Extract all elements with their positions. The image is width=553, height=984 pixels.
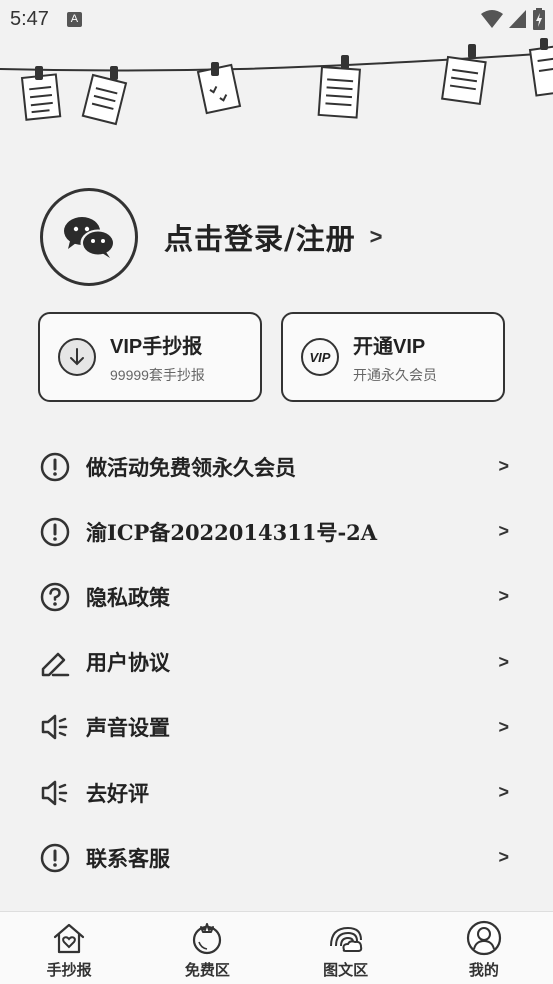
chevron-right-icon: > (369, 224, 383, 249)
chevron-right-icon: > (498, 847, 509, 868)
open-vip-card[interactable]: VIP 开通VIP 开通永久会员 (281, 312, 505, 402)
tab-image-text[interactable]: 图文区 (277, 912, 415, 984)
signal-icon (509, 10, 526, 28)
tab-label: 图文区 (323, 961, 369, 979)
user-icon (466, 920, 501, 956)
exclamation-icon (40, 843, 70, 873)
menu-item-sound-settings[interactable]: 声音设置 > (0, 695, 553, 760)
menu-item-icp[interactable]: 渝ICP备2022014311号-2A > (0, 499, 553, 564)
menu-item-label: 声音设置 (86, 715, 170, 741)
tab-mine[interactable]: 我的 (415, 912, 553, 984)
chevron-right-icon: > (498, 651, 509, 672)
chevron-right-icon: > (498, 586, 509, 607)
status-bar: 5:47 A (0, 0, 553, 38)
menu-item-label: 隐私政策 (86, 584, 170, 610)
tab-label: 免费区 (184, 961, 230, 979)
menu-item-user-agreement[interactable]: 用户协议 > (0, 630, 553, 695)
card-title: 开通VIP (353, 335, 426, 358)
menu-item-label: 做活动免费领永久会员 (86, 454, 296, 480)
pencil-icon (40, 647, 70, 677)
menu-item-label: 联系客服 (86, 845, 170, 871)
card-subtitle: 99999套手抄报 (110, 366, 205, 383)
speaker-icon (40, 778, 70, 808)
speaker-icon (40, 712, 70, 742)
status-time: 5:47 (10, 7, 49, 30)
wifi-icon (481, 10, 503, 28)
avatar[interactable] (40, 188, 138, 286)
settings-menu: 做活动免费领永久会员 > 渝ICP备2022014311号-2A > 隐私政策 … (0, 434, 553, 890)
profile-login[interactable]: 点击登录/注册 > (40, 188, 382, 286)
card-subtitle: 开通永久会员 (353, 366, 437, 383)
menu-item-contact-support[interactable]: 联系客服 > (0, 825, 553, 890)
vip-poster-card[interactable]: VIP手抄报 99999套手抄报 (38, 312, 262, 402)
menu-item-free-vip-activity[interactable]: 做活动免费领永久会员 > (0, 434, 553, 499)
chevron-right-icon: > (498, 716, 509, 737)
menu-item-rate-app[interactable]: 去好评 > (0, 760, 553, 825)
house-heart-icon (54, 923, 85, 954)
download-icon (58, 338, 96, 376)
rainbow-cloud-icon (329, 926, 362, 952)
chevron-right-icon: > (498, 782, 509, 803)
wechat-icon (64, 217, 116, 258)
chevron-right-icon: > (498, 521, 509, 542)
tomato-icon (193, 923, 222, 955)
exclamation-icon (40, 517, 70, 547)
tab-free-zone[interactable]: 免费区 (138, 912, 276, 984)
exclamation-icon (40, 452, 70, 482)
tab-label: 我的 (468, 961, 499, 979)
question-icon (40, 582, 70, 612)
bottom-tab-bar: 手抄报 免费区 图文区 我的 (0, 911, 553, 984)
menu-item-label: 渝ICP备2022014311号-2A (86, 519, 378, 545)
tab-label: 手抄报 (46, 961, 92, 979)
notification-icon: A (66, 11, 82, 27)
battery-icon (533, 8, 545, 30)
login-register-label[interactable]: 点击登录/注册 (164, 216, 356, 258)
notes-garland-decoration (0, 38, 553, 126)
status-icons (481, 8, 545, 30)
menu-item-label: 去好评 (86, 780, 149, 806)
menu-item-privacy-policy[interactable]: 隐私政策 > (0, 564, 553, 629)
chevron-right-icon: > (498, 456, 509, 477)
tab-posters[interactable]: 手抄报 (0, 912, 138, 984)
card-title: VIP手抄报 (110, 335, 203, 358)
vip-icon: VIP (301, 338, 339, 376)
menu-item-label: 用户协议 (86, 650, 170, 676)
